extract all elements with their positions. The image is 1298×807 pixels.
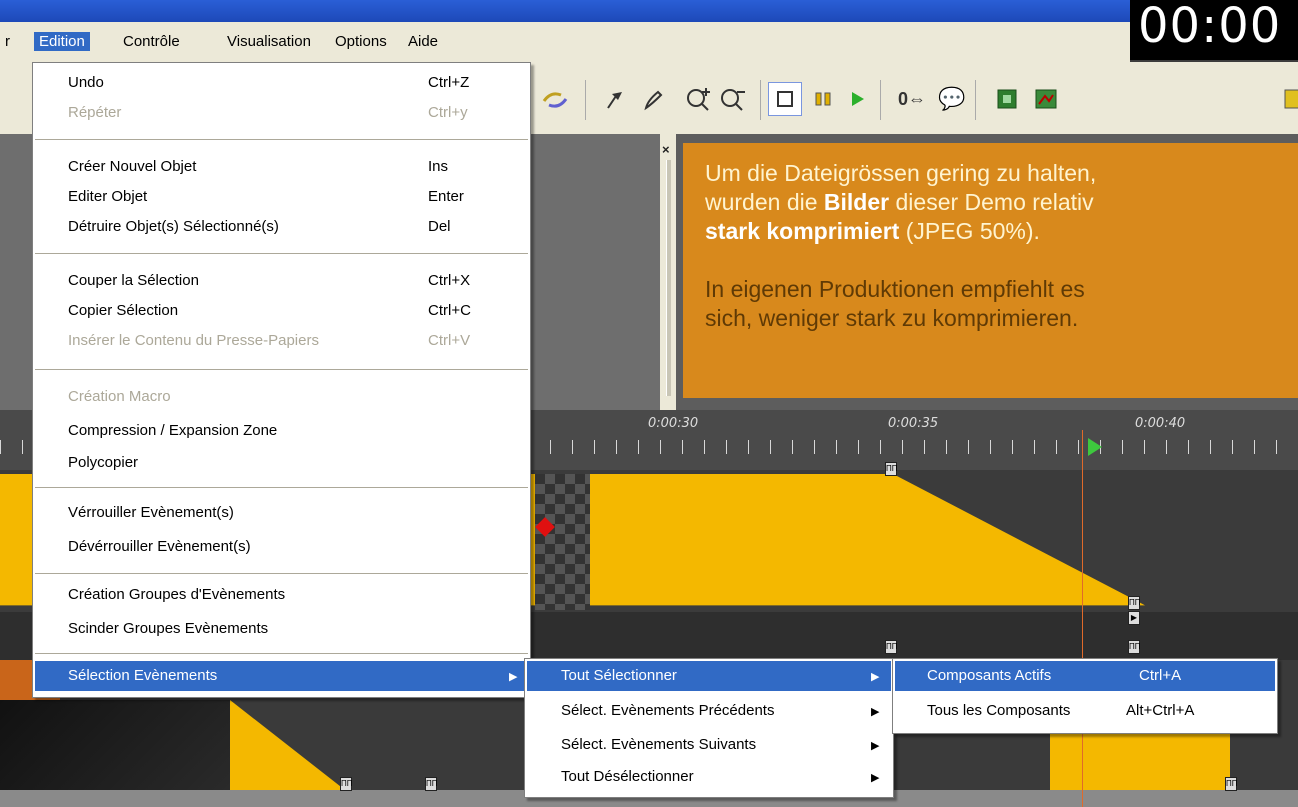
menu-paste: Insérer le Contenu du Presse-Papiers	[68, 332, 319, 349]
time-label: 0:00:30	[648, 416, 699, 431]
transparency-pattern	[535, 474, 590, 610]
menu-separator	[35, 487, 528, 489]
menu-undo[interactable]: Undo	[68, 71, 104, 95]
play-icon[interactable]	[840, 82, 874, 116]
menu-bar: r Edition Contrôle Visualisation Options…	[0, 22, 1130, 62]
menu-all-components[interactable]: Tous les Composants	[927, 697, 1070, 725]
pick-tool-icon[interactable]	[598, 82, 632, 116]
playhead[interactable]	[1082, 430, 1083, 807]
menu-separator	[35, 653, 528, 655]
time-label: 0:00:40	[1135, 416, 1186, 431]
event-handle[interactable]: ΠΠ	[1128, 640, 1141, 654]
shortcut-create: Ins	[428, 158, 449, 175]
event-handle[interactable]: ▶	[1128, 611, 1140, 625]
select-events-submenu: Tout Sélectionner ▶ Sélect. Evènements P…	[524, 658, 894, 798]
splitter-grip[interactable]	[666, 160, 671, 396]
menu-visualisation[interactable]: Visualisation	[222, 32, 316, 51]
menu-options[interactable]: Options	[330, 32, 392, 51]
menu-select-all[interactable]: Tout Sélectionner	[561, 662, 677, 690]
zoom-out-icon[interactable]	[716, 82, 750, 116]
menu-select-next[interactable]: Sélect. Evènements Suivants	[561, 731, 756, 759]
toolbar-separator	[975, 80, 976, 120]
menu-edit-object[interactable]: Editer Objet	[68, 185, 147, 209]
pen-tool-icon[interactable]	[636, 82, 670, 116]
menu-deselect-all[interactable]: Tout Désélectionner	[561, 763, 694, 791]
shortcut-active-components: Ctrl+A	[1139, 667, 1182, 684]
menu-split-groups[interactable]: Scinder Groupes Evènements	[68, 617, 268, 641]
pause-icon[interactable]	[806, 82, 840, 116]
menu-active-components[interactable]: Composants Actifs	[927, 662, 1051, 690]
event-handle[interactable]: ΠΠ	[1128, 596, 1141, 610]
toolbar-separator	[880, 80, 881, 120]
menu-cut[interactable]: Couper la Sélection	[68, 269, 199, 293]
menu-create-groups[interactable]: Création Groupes d'Evènements	[68, 583, 285, 607]
demo-notice: Um die Dateigrössen gering zu halten, wu…	[683, 143, 1298, 398]
submenu-arrow-icon: ▶	[871, 772, 880, 784]
menu-select-previous[interactable]: Sélect. Evènements Précédents	[561, 697, 774, 725]
event-handle[interactable]: ΠΠ	[340, 777, 353, 791]
menu-lock-events[interactable]: Vérrouiller Evènement(s)	[68, 501, 234, 525]
shortcut-cut: Ctrl+X	[428, 272, 471, 289]
menu-create-object[interactable]: Créer Nouvel Objet	[68, 155, 196, 179]
edition-menu: Undo Ctrl+Z Répéter Ctrl+y Créer Nouvel …	[32, 62, 531, 698]
speech-bubble-icon[interactable]: 💬	[935, 82, 969, 116]
shortcut-copy: Ctrl+C	[428, 302, 471, 319]
menu-polycopy[interactable]: Polycopier	[68, 451, 138, 475]
shortcut-undo: Ctrl+Z	[428, 74, 470, 91]
thumbnail	[0, 700, 230, 790]
menu-copy[interactable]: Copier Sélection	[68, 299, 178, 323]
stop-icon[interactable]	[768, 82, 802, 116]
playhead-marker[interactable]	[1088, 438, 1102, 456]
notice-line: Um die Dateigrössen gering zu halten,	[705, 160, 1097, 186]
submenu-arrow-icon: ▶	[871, 706, 880, 718]
shortcut-redo: Ctrl+y	[428, 104, 468, 121]
shortcut-all-components: Alt+Ctrl+A	[1126, 702, 1195, 719]
title-bar	[0, 0, 1130, 22]
menu-select-events[interactable]: Sélection Evènements	[68, 664, 217, 688]
notice-line: stark komprimiert (JPEG 50%).	[705, 218, 1040, 244]
menu-fichier[interactable]: r	[0, 32, 15, 51]
menu-separator	[35, 253, 528, 255]
menu-edition[interactable]: Edition	[34, 32, 90, 51]
event-handle[interactable]: ΠΠ	[1225, 777, 1238, 791]
zero-sync-icon[interactable]: 0⇔	[890, 82, 934, 116]
menu-compression-zone[interactable]: Compression / Expansion Zone	[68, 419, 277, 443]
menu-delete-objects[interactable]: Détruire Objet(s) Sélectionné(s)	[68, 215, 279, 239]
notice-line: In eigenen Produktionen empfiehlt es	[705, 276, 1085, 302]
color-image-icon[interactable]	[1276, 82, 1298, 116]
multi-image-icon[interactable]	[1030, 82, 1064, 116]
event-handle[interactable]: ΠΠ	[425, 777, 438, 791]
menu-aide[interactable]: Aide	[403, 32, 443, 51]
green-image-icon[interactable]	[990, 82, 1024, 116]
notice-line: wurden die Bilder dieser Demo relativ	[705, 189, 1094, 215]
menu-redo: Répéter	[68, 104, 122, 121]
shortcut-edit: Enter	[428, 188, 464, 205]
time-label: 0:00:35	[888, 416, 939, 431]
submenu-arrow-icon: ▶	[509, 671, 518, 683]
submenu-arrow-icon: ▶	[871, 671, 880, 683]
menu-separator	[35, 139, 528, 141]
close-icon[interactable]: ×	[662, 142, 670, 157]
toolbar-separator	[760, 80, 761, 120]
submenu-arrow-icon: ▶	[871, 740, 880, 752]
select-all-submenu: Composants Actifs Ctrl+A Tous les Compos…	[892, 658, 1278, 734]
menu-separator	[35, 369, 528, 371]
swap-icon[interactable]	[538, 82, 572, 116]
menu-macro: Création Macro	[68, 388, 171, 405]
shortcut-paste: Ctrl+V	[428, 332, 471, 349]
event-handle[interactable]: ΠΠ	[885, 640, 898, 654]
event-handle[interactable]: ΠΠ	[885, 462, 898, 476]
menu-controle[interactable]: Contrôle	[118, 32, 185, 51]
toolbar-separator	[585, 80, 586, 120]
menu-separator	[35, 573, 528, 575]
menu-unlock-events[interactable]: Dévérrouiller Evènement(s)	[68, 535, 251, 559]
zoom-in-icon[interactable]	[682, 82, 716, 116]
shortcut-delete: Del	[428, 218, 451, 235]
notice-line: sich, weniger stark zu komprimieren.	[705, 305, 1079, 331]
time-counter: 00:00	[1130, 0, 1298, 60]
